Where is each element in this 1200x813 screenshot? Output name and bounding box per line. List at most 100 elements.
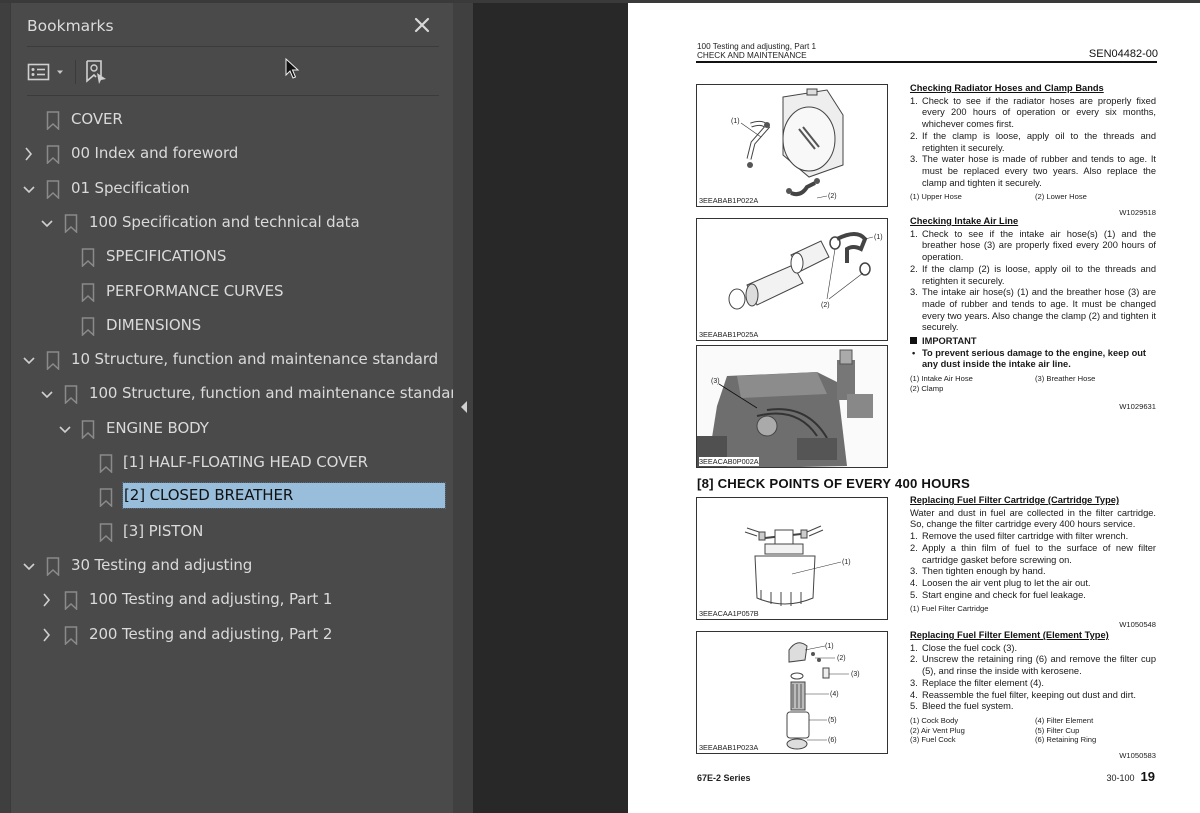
bookmark-item[interactable]: 100 Specification and technical data	[0, 206, 453, 240]
section-title: Replacing Fuel Filter Cartridge (Cartrid…	[910, 495, 1120, 505]
bookmark-icon	[46, 111, 60, 130]
chevron-down-icon[interactable]	[40, 385, 54, 403]
bookmark-label: PERFORMANCE CURVES	[106, 281, 284, 300]
add-bookmark-button[interactable]	[84, 58, 110, 86]
fuel-element-illustration: (1) (2) (3) (4) (5) (6)	[786, 642, 860, 750]
step-item: 1. Close the fuel cock (3).	[910, 642, 1018, 653]
bookmark-item[interactable]: 30 Testing and adjusting	[0, 549, 453, 583]
collapse-left-icon[interactable]	[460, 400, 468, 414]
bookmark-item[interactable]: 200 Testing and adjusting, Part 2	[0, 618, 453, 652]
callout-label: (6)	[828, 737, 837, 744]
bookmark-item[interactable]: 01 Specification	[0, 172, 453, 206]
bookmark-options-button[interactable]	[27, 58, 67, 86]
bookmark-label: 100 Structure, function and maintenance …	[89, 384, 466, 403]
step-item: 2. Apply a thin film of fuel to the surfa…	[910, 542, 1156, 565]
parts-legend: (1) Fuel Filter Cartridge	[910, 604, 989, 614]
bookmark-item[interactable]: 00 Index and foreword	[0, 137, 453, 171]
bookmark-item[interactable]: ENGINE BODY	[0, 412, 453, 446]
divider	[27, 46, 439, 47]
parts-legend: (1) Upper Hose (2) Lower Hose	[910, 192, 1087, 202]
panel-splitter[interactable]	[453, 3, 473, 813]
step-item: 3. Replace the filter element (4).	[910, 677, 1044, 688]
bookmark-label: COVER	[71, 110, 123, 128]
divider	[27, 95, 439, 96]
bookmark-item[interactable]: 100 Structure, function and maintenance …	[0, 377, 466, 411]
chevron-down-icon[interactable]	[22, 351, 36, 369]
bookmark-label: 30 Testing and adjusting	[71, 555, 253, 574]
chevron-right-icon[interactable]	[40, 591, 54, 609]
bookmark-icon	[99, 454, 113, 473]
step-list: 1. Check to see if the intake air hose(s)…	[910, 229, 1156, 334]
bookmark-item[interactable]: SPECIFICATIONS	[0, 240, 453, 274]
chevron-down-icon[interactable]	[22, 180, 36, 198]
bookmark-item[interactable]: DIMENSIONS	[0, 309, 453, 343]
bookmark-item[interactable]: COVER	[0, 103, 453, 137]
bookmark-icon	[64, 625, 78, 645]
section-intro: Water and dust in fuel are collected in …	[910, 507, 1156, 530]
step-item: 2. Unscrew the retaining ring (6) and rem…	[910, 654, 1156, 677]
chevron-right-icon[interactable]	[40, 626, 54, 644]
section-title: Checking Radiator Hoses and Clamp Bands	[910, 83, 1104, 93]
bookmark-icon	[64, 591, 78, 611]
callout-label: (3)	[711, 378, 720, 385]
bookmark-item[interactable]: [2] CLOSED BREATHER	[0, 480, 453, 514]
step-item: 1. Check to see if the intake air hose(s)…	[910, 228, 1156, 263]
bookmark-icon	[99, 488, 113, 508]
chevron-down-icon[interactable]	[22, 557, 36, 575]
step-item: 1. Remove the used filter cartridge with …	[910, 531, 1129, 542]
section-radiator-hoses: Checking Radiator Hoses and Clamp Bands …	[910, 83, 1156, 219]
step-item: 3. The intake air hose(s) (1) and the bre…	[910, 287, 1156, 333]
bookmark-icon	[81, 317, 95, 336]
chevron-down-icon[interactable]	[40, 214, 54, 232]
callout-label: (2)	[828, 193, 837, 200]
bookmark-icon	[46, 179, 60, 199]
bookmark-label: [3] PISTON	[123, 521, 204, 540]
step-item: 5. Start engine and check for fuel leakag…	[910, 589, 1086, 600]
callout-label: (1)	[842, 559, 851, 566]
fuel-cartridge-illustration: (1)	[744, 525, 851, 606]
bookmark-icon	[64, 214, 78, 233]
bookmark-add-icon	[86, 60, 106, 84]
air-cleaner-illustration: (1) (2)	[728, 232, 883, 310]
section-title: Replacing Fuel Filter Element (Element T…	[910, 630, 1109, 640]
bookmark-icon	[99, 522, 113, 542]
bookmark-item[interactable]: 100 Testing and adjusting, Part 1	[0, 583, 453, 617]
step-item: 3. Then tighten enough by hand.	[910, 566, 1046, 577]
callout-label: (1)	[874, 234, 883, 241]
important-square-icon	[910, 337, 917, 345]
chevron-right-icon[interactable]	[22, 145, 36, 163]
bookmarks-toolbar	[27, 58, 439, 88]
bookmark-label: 200 Testing and adjusting, Part 2	[89, 624, 333, 643]
step-item: 4. Loosen the air vent plug to let the ai…	[910, 577, 1091, 588]
bookmark-item[interactable]: PERFORMANCE CURVES	[0, 275, 453, 309]
figure-intake-air: (1) (2) 3EEABAB1P025A	[696, 218, 888, 341]
parts-legend: (1) Intake Air Hose (3) Breather Hose (2…	[910, 374, 1096, 393]
step-item: 5. Bleed the fuel system.	[910, 701, 1014, 712]
bookmark-label: 00 Index and foreword	[71, 144, 239, 163]
bookmark-label: 100 Specification and technical data	[89, 212, 360, 231]
pdf-page: 100 Testing and adjusting, Part 1 CHECK …	[628, 3, 1200, 813]
bookmark-item[interactable]: 10 Structure, function and maintenance s…	[0, 343, 453, 377]
step-item: 1. Check to see if the radiator hoses are…	[910, 95, 1156, 130]
list-options-icon	[27, 63, 50, 81]
step-item: 2. If the clamp (2) is loose, apply oil t…	[910, 263, 1156, 286]
reference-code: W1050583	[1119, 750, 1156, 760]
panel-title: Bookmarks	[27, 17, 114, 35]
bookmark-item[interactable]: [1] HALF-FLOATING HEAD COVER	[0, 446, 453, 480]
document-viewport[interactable]: 100 Testing and adjusting, Part 1 CHECK …	[473, 3, 1200, 813]
callout-label: (2)	[837, 655, 846, 662]
header-rule	[696, 61, 1157, 63]
section-fuel-filter-cartridge: Replacing Fuel Filter Cartridge (Cartrid…	[910, 495, 1156, 631]
figure-fuel-element: (1) (2) (3) (4) (5) (6) 3EEABAB1P023A	[696, 631, 888, 754]
chevron-down-icon[interactable]	[58, 420, 72, 438]
callout-label: (5)	[828, 717, 837, 724]
figure-code: 3EEABAB1P025A	[699, 330, 759, 339]
bookmark-label: 10 Structure, function and maintenance s…	[71, 350, 439, 369]
section-fuel-filter-element: Replacing Fuel Filter Element (Element T…	[910, 630, 1156, 761]
callout-label: (1)	[731, 118, 740, 125]
bookmark-icon	[46, 351, 60, 371]
close-panel-button[interactable]	[411, 14, 433, 36]
bookmark-label: SPECIFICATIONS	[106, 247, 227, 266]
page-number: 19	[1140, 769, 1155, 784]
bookmark-item[interactable]: [3] PISTON	[0, 515, 453, 549]
